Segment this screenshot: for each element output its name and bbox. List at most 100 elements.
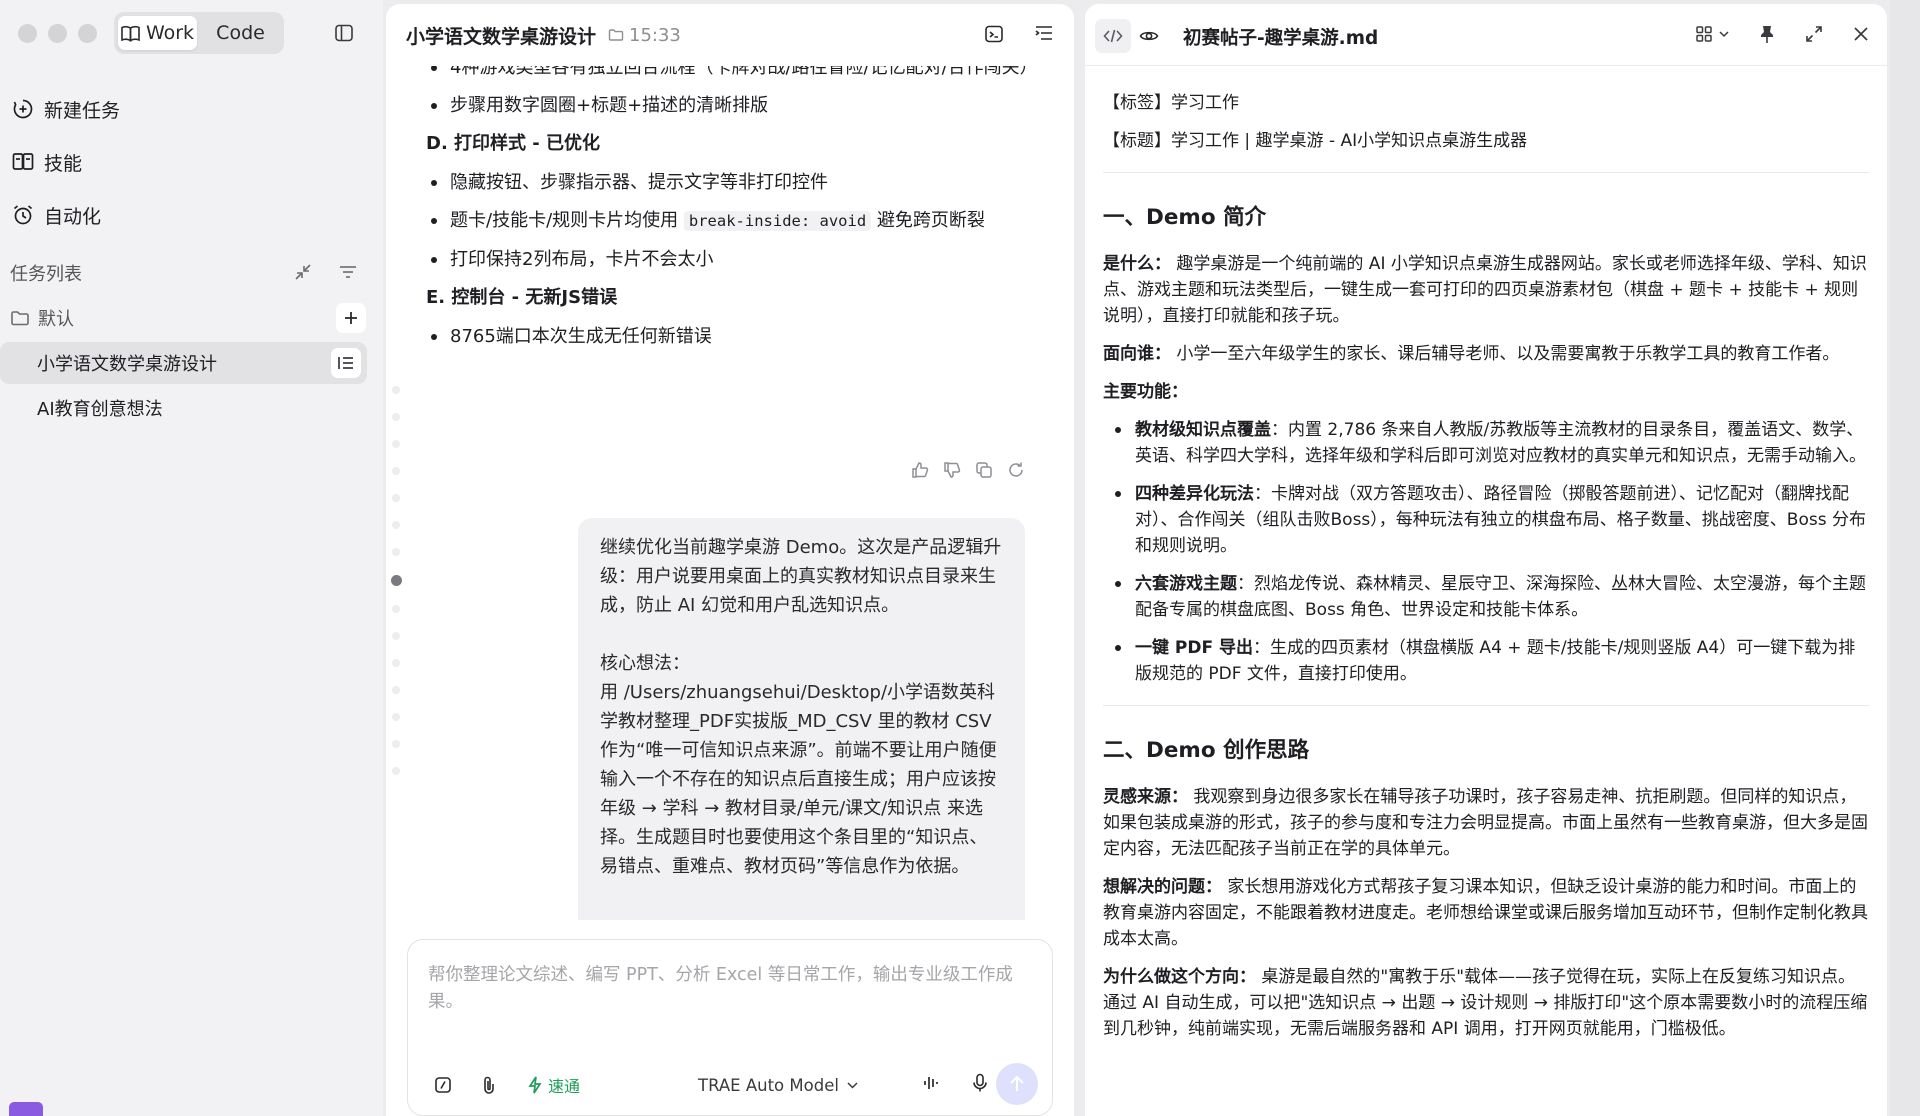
message-feedback	[911, 461, 1025, 479]
folder-icon	[608, 28, 624, 42]
list-item: 打印保持2列布局，卡片不会太小	[426, 246, 1036, 273]
doc-section-heading: 二、Demo 创作思路	[1103, 738, 1310, 763]
document-title: 初赛帖子-趣学桌游.md	[1183, 28, 1379, 49]
lightning-icon	[528, 1076, 542, 1094]
doc-paragraph: 灵感来源： 我观察到身边很多家长在辅导孩子功课时，孩子容易走神、抗拒刷题。但同样…	[1103, 787, 1868, 859]
list-item: 四种差异化玩法：卡牌对战（双方答题攻击）、路径冒险（掷骰答题前进）、记忆配对（翻…	[1103, 481, 1869, 559]
expand-icon[interactable]	[1805, 25, 1823, 43]
work-mode-button[interactable]: Work	[118, 16, 197, 50]
divider	[1103, 172, 1869, 173]
minimize-window-button[interactable]	[48, 24, 67, 43]
outline-list-icon[interactable]	[1034, 24, 1054, 44]
doc-paragraph: 为什么做这个方向： 桌游是最自然的"寓教于乐"载体——孩子觉得在玩，实际上在反复…	[1103, 967, 1868, 1039]
composer-toolbar: 速通	[434, 1073, 580, 1097]
speed-mode-toggle[interactable]: 速通	[528, 1073, 580, 1097]
sidebar-toggle-icon[interactable]	[334, 23, 354, 43]
divider	[1103, 705, 1869, 706]
zoom-window-button[interactable]	[78, 24, 97, 43]
code-mode-label: Code	[216, 22, 265, 44]
list-item: 一键 PDF 导出：生成的四页素材（棋盘横版 A4 + 题卡/技能卡/规则竖版 …	[1103, 635, 1869, 687]
doc-paragraph: 想解决的问题： 家长想用游戏化方式帮孩子复习课本知识，但缺乏设计桌游的能力和时间…	[1103, 877, 1868, 949]
audio-wave-icon[interactable]	[922, 1074, 940, 1092]
message-composer[interactable]: 帮你整理论文综述、编写 PPT、分析 Excel 等日常工作，输出专业级工作成果…	[407, 939, 1053, 1116]
list-item: 教材级知识点覆盖：内置 2,786 条来自人教版/苏教版等主流教材的目录条目，覆…	[1103, 417, 1869, 469]
thumbs-up-icon[interactable]	[911, 461, 929, 479]
doc-paragraph: 是什么： 趣学桌游是一个纯前端的 AI 小学知识点桌游生成器网站。家长或老师选择…	[1103, 254, 1867, 326]
work-mode-label: Work	[145, 22, 195, 44]
user-message-p2-title: 核心想法：	[600, 653, 690, 674]
slash-command-icon[interactable]	[434, 1076, 452, 1094]
document-content[interactable]: 【标签】学习工作 【标题】学习工作 | 趣学桌游 - AI小学知识点桌游生成器 …	[1103, 66, 1869, 1116]
task-list-actions	[294, 263, 358, 281]
section-heading-e: E. 控制台 - 无新JS错误	[426, 287, 618, 308]
user-message-p1: 继续优化当前趣学桌游 Demo。这次是产品逻辑升级：用户说要用桌面上的真实教材知…	[600, 537, 1002, 616]
collapse-icon[interactable]	[294, 263, 312, 281]
layout-grid-icon	[1695, 25, 1713, 43]
chat-time-label: 15:33	[629, 24, 681, 46]
list-item: 步骤用数字圆圈+标题+描述的清晰排版	[426, 92, 1036, 119]
nav-new-task[interactable]: 新建任务	[10, 89, 120, 129]
chevron-down-icon	[1719, 30, 1729, 38]
list-item: 4种游戏类型各有独立回合流程（卡牌对战/路径冒险/记忆配对/合作闯关）	[426, 66, 1038, 81]
close-icon[interactable]	[1853, 26, 1869, 42]
task-item-label: AI教育创意想法	[37, 399, 163, 420]
copy-icon[interactable]	[975, 461, 993, 479]
task-item[interactable]: AI教育创意想法	[0, 387, 367, 429]
nav-new-task-label: 新建任务	[44, 99, 121, 122]
list-item: 隐藏按钮、步骤指示器、提示文字等非打印控件	[426, 169, 1036, 196]
document-actions	[1695, 24, 1869, 44]
list-item: 六套游戏主题：烈焰龙传说、森林精灵、星辰守卫、深海探险、丛林大冒险、太空漫游，每…	[1103, 571, 1869, 623]
chat-header: 小学语文数学桌游设计 15:33	[386, 4, 1074, 66]
doc-paragraph: 主要功能：	[1103, 382, 1188, 402]
thumbs-down-icon[interactable]	[943, 461, 961, 479]
nav-automation[interactable]: 自动化	[10, 195, 101, 235]
doc-section-heading: 一、Demo 简介	[1103, 205, 1267, 230]
folder-label: 默认	[38, 309, 74, 330]
layout-menu-button[interactable]	[1695, 25, 1729, 43]
nav-skills[interactable]: 技能	[10, 142, 82, 182]
task-outline-icon[interactable]	[331, 348, 361, 378]
list-item: 题卡/技能卡/规则卡片均使用 break-inside: avoid 避免跨页断…	[426, 207, 1036, 235]
skills-book-icon	[12, 152, 34, 172]
nav-automation-label: 自动化	[44, 205, 102, 228]
attach-icon[interactable]	[480, 1075, 498, 1095]
message-input[interactable]: 帮你整理论文综述、编写 PPT、分析 Excel 等日常工作，输出专业级工作成果…	[428, 962, 1028, 1016]
task-item-active[interactable]: 小学语文数学桌游设计	[0, 342, 367, 384]
user-message-p2: 用 /Users/zhuangsehui/Desktop/小学语数英科学教材整理…	[600, 682, 997, 877]
terminal-icon[interactable]	[984, 24, 1004, 44]
user-message: 继续优化当前趣学桌游 Demo。这次是产品逻辑升级：用户说要用桌面上的真实教材知…	[578, 518, 1025, 920]
sidebar-footer	[0, 1102, 383, 1116]
microphone-icon[interactable]	[972, 1073, 988, 1093]
close-window-button[interactable]	[18, 24, 37, 43]
composer-voice-actions	[922, 1073, 988, 1093]
feature-list: 教材级知识点覆盖：内置 2,786 条来自人教版/苏教版等主流教材的目录条目，覆…	[1103, 417, 1869, 687]
task-item-label: 小学语文数学桌游设计	[37, 354, 217, 375]
code-mode-button[interactable]: Code	[201, 16, 280, 50]
send-button[interactable]	[996, 1063, 1038, 1105]
new-task-icon	[12, 98, 34, 120]
nav-skills-label: 技能	[44, 152, 83, 175]
filter-icon[interactable]	[338, 263, 358, 281]
assistant-message: 4种游戏类型各有独立回合流程（卡牌对战/路径冒险/记忆配对/合作闯关） 步骤用数…	[426, 66, 1038, 361]
source-code-icon[interactable]	[1095, 19, 1131, 53]
folder-default[interactable]: 默认	[10, 303, 366, 333]
mode-toggle: Work Code	[114, 12, 284, 54]
chat-messages[interactable]: 4种游戏类型各有独立回合流程（卡牌对战/路径冒险/记忆配对/合作闯关） 步骤用数…	[386, 66, 1074, 920]
model-select[interactable]: TRAE Auto Model	[698, 1068, 858, 1102]
model-select-label: TRAE Auto Model	[698, 1075, 839, 1095]
regenerate-icon[interactable]	[1007, 461, 1025, 479]
avatar[interactable]	[9, 1102, 43, 1116]
message-timeline[interactable]	[391, 386, 402, 794]
preview-eye-icon[interactable]	[1131, 19, 1167, 53]
pin-icon[interactable]	[1759, 24, 1775, 44]
document-header: 初赛帖子-趣学桌游.md	[1085, 4, 1887, 66]
speed-mode-label: 速通	[548, 1077, 581, 1096]
chevron-down-icon	[847, 1081, 858, 1089]
automation-clock-icon	[12, 204, 34, 226]
add-task-button[interactable]	[336, 303, 366, 333]
task-list-title: 任务列表	[10, 264, 82, 285]
timeline-current-marker[interactable]	[391, 575, 402, 586]
window-controls	[18, 24, 97, 43]
list-item: 8765端口本次生成无任何新错误	[426, 323, 1036, 350]
arrow-up-icon	[1009, 1075, 1025, 1093]
